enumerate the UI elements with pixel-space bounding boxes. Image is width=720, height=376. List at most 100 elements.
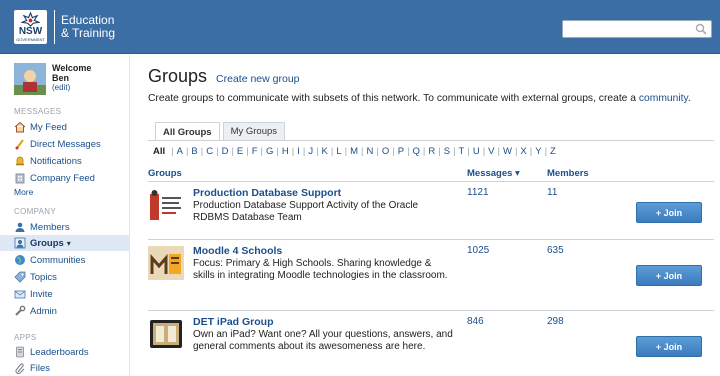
person-icon	[15, 222, 25, 232]
group-thumbnail[interactable]	[148, 188, 184, 222]
sidebar-item-company-feed[interactable]: Company Feed	[14, 170, 95, 186]
filter-separator: |	[260, 146, 264, 157]
group-thumbnail[interactable]	[148, 246, 184, 280]
filter-letter[interactable]: D	[222, 146, 229, 157]
sidebar-item-label: Leaderboards	[30, 346, 89, 358]
sidebar-item-notifications[interactable]: Notifications	[14, 153, 82, 169]
filter-letter[interactable]: F	[252, 146, 258, 157]
column-groups[interactable]: Groups	[148, 168, 182, 179]
sidebar-item-label: Files	[30, 362, 51, 374]
logo-government: GOVERNMENT	[16, 37, 45, 42]
group-image	[148, 317, 184, 351]
filter-letter[interactable]: G	[266, 146, 273, 157]
group-members-count: 11	[547, 187, 558, 198]
building-icon	[15, 173, 25, 184]
sidebar-item-members[interactable]: Members	[14, 219, 70, 235]
tab-all-groups[interactable]: All Groups	[155, 122, 220, 141]
nsw-logo[interactable]: NSW GOVERNMENT Education & Training	[14, 10, 115, 44]
logo-line-2: & Training	[61, 26, 116, 40]
welcome-label: Welcome	[52, 63, 92, 73]
filter-separator: |	[171, 146, 174, 157]
user-name[interactable]: Ben	[52, 73, 91, 83]
sidebar-item-label: Invite	[30, 288, 53, 300]
filter-separator: |	[467, 146, 470, 157]
sidebar-item-label: Groups	[30, 237, 64, 249]
group-name-link[interactable]: Moodle 4 Schools	[193, 245, 282, 257]
filter-separator: |	[246, 146, 249, 157]
filter-letter[interactable]: O	[382, 146, 389, 157]
column-members[interactable]: Members	[547, 168, 589, 179]
filter-separator: |	[529, 146, 533, 157]
filter-letter[interactable]: U	[473, 146, 480, 157]
filter-separator: |	[231, 146, 234, 157]
group-thumbnail[interactable]	[148, 317, 184, 351]
filter-letter[interactable]: I	[297, 146, 300, 157]
envelope-icon	[14, 290, 26, 299]
filter-letter[interactable]: S	[444, 146, 450, 157]
welcome-block: Welcome Ben (edit)	[14, 63, 91, 95]
filter-separator: |	[392, 146, 395, 157]
filter-letter[interactable]: L	[336, 146, 341, 157]
leaderboard-icon	[16, 346, 24, 358]
join-button[interactable]: + Join	[636, 336, 702, 357]
sidebar-item-files[interactable]: Files	[14, 360, 50, 376]
filter-letter[interactable]: K	[322, 146, 328, 157]
direct-message-icon	[15, 139, 24, 150]
filter-letter[interactable]: Q	[413, 146, 420, 157]
filter-letter[interactable]: T	[459, 146, 465, 157]
sidebar-item-groups[interactable]: Groups ▾	[0, 235, 130, 251]
group-name-link[interactable]: DET iPad Group	[193, 316, 274, 328]
join-button[interactable]: + Join	[636, 202, 702, 223]
community-link[interactable]: community	[639, 93, 688, 104]
filter-letter[interactable]: V	[488, 146, 494, 157]
sidebar-item-topics[interactable]: Topics	[14, 269, 57, 285]
section-apps: APPS	[14, 333, 37, 342]
logo-nsw: NSW	[18, 26, 43, 37]
sidebar-item-admin[interactable]: Admin	[14, 303, 57, 319]
join-button[interactable]: + Join	[636, 265, 702, 286]
table-row: Production Database Support Production D…	[148, 181, 714, 239]
filter-letter[interactable]: M	[350, 146, 358, 157]
filter-separator: |	[453, 146, 456, 157]
filter-letter[interactable]: N	[367, 146, 374, 157]
search-input[interactable]	[563, 21, 691, 37]
group-messages-count: 1121	[467, 187, 489, 198]
edit-profile-link[interactable]: (edit)	[52, 83, 91, 93]
tab-my-groups[interactable]: My Groups	[222, 122, 286, 140]
filter-letter[interactable]: Y	[535, 146, 541, 157]
filter-letter[interactable]: R	[428, 146, 435, 157]
create-group-link[interactable]: Create new group	[216, 73, 299, 85]
group-image	[148, 246, 184, 280]
filter-letter[interactable]: C	[206, 146, 213, 157]
column-messages[interactable]: Messages ▾	[467, 168, 520, 179]
sidebar: Welcome Ben (edit) MESSAGES My Feed Dire…	[0, 55, 130, 376]
filter-letter[interactable]: E	[237, 146, 243, 157]
sidebar-item-label: Topics	[30, 271, 57, 283]
filter-letter[interactable]: A	[177, 146, 183, 157]
group-name-link[interactable]: Production Database Support	[193, 187, 341, 199]
filter-letter[interactable]: J	[308, 146, 313, 157]
filter-letter[interactable]: H	[282, 146, 289, 157]
tab-divider	[148, 140, 714, 141]
filter-all[interactable]: All	[153, 146, 165, 157]
filter-letter[interactable]: B	[191, 146, 197, 157]
more-link[interactable]: More	[14, 187, 33, 197]
logo-text: Education & Training	[61, 14, 115, 40]
filter-letter[interactable]: X	[520, 146, 526, 157]
waratah-icon	[21, 12, 40, 27]
search-icon[interactable]	[695, 23, 707, 35]
filter-letter[interactable]: W	[503, 146, 512, 157]
avatar[interactable]	[14, 63, 46, 95]
group-members-count: 635	[547, 245, 564, 256]
filter-letter[interactable]: Z	[550, 146, 556, 157]
sidebar-item-direct-messages[interactable]: Direct Messages	[14, 136, 101, 152]
sidebar-item-leaderboards[interactable]: Leaderboards	[14, 344, 89, 360]
sidebar-item-invite[interactable]: Invite	[14, 286, 53, 302]
sidebar-item-communities[interactable]: Communities	[14, 252, 85, 268]
filter-separator: |	[330, 146, 334, 157]
sidebar-item-label: My Feed	[30, 121, 67, 133]
sidebar-item-my-feed[interactable]: My Feed	[14, 119, 67, 135]
filter-letter[interactable]: P	[398, 146, 404, 157]
intro-text: Create groups to communicate with subset…	[148, 93, 691, 104]
chevron-down-icon: ▾	[66, 238, 71, 248]
